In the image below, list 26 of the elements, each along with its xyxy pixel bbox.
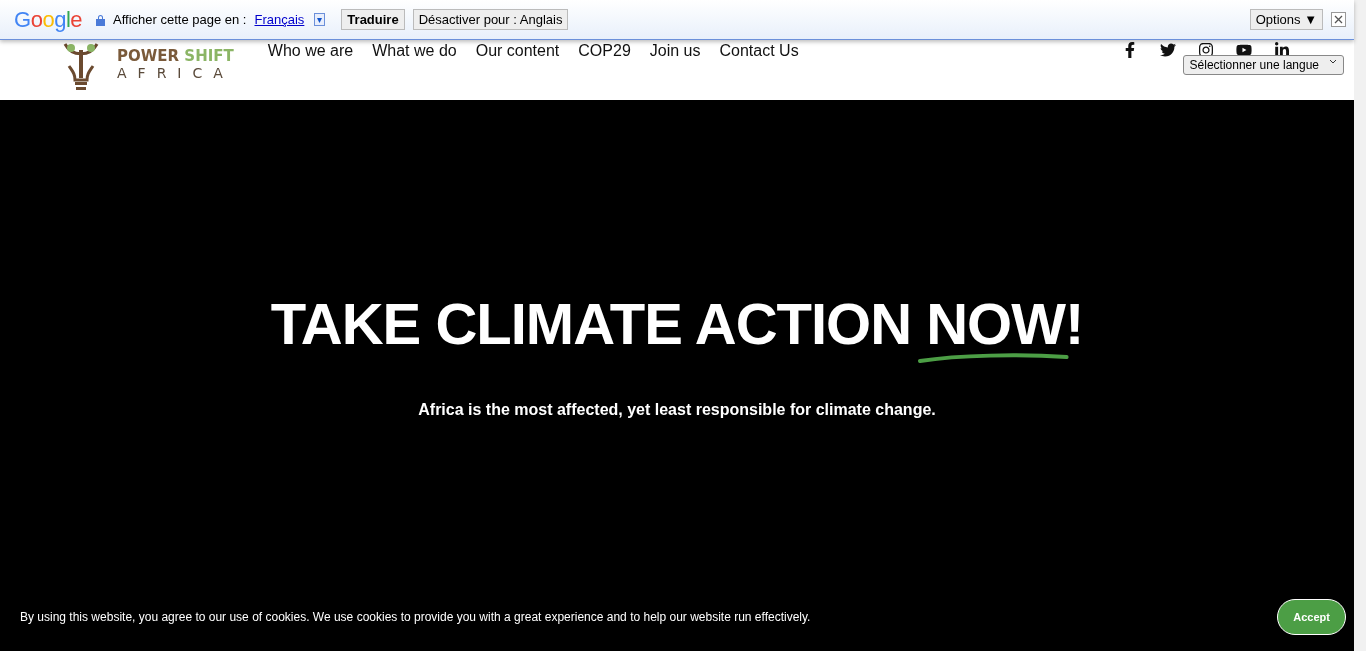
options-button[interactable]: Options ▼ bbox=[1249, 9, 1323, 30]
translate-button[interactable]: Traduire bbox=[341, 9, 405, 30]
prompt-text: Afficher cette page en : bbox=[113, 12, 247, 27]
cookie-notice: By using this website, you agree to our use of cookies. We use cookies to provide you with a great experience and to help our website run effectively. bbox=[20, 610, 811, 624]
logo-text: POWER SHIFT bbox=[117, 47, 234, 65]
nav-link[interactable]: Who we are bbox=[267, 42, 354, 60]
language-select[interactable]: Sélectionner une langue bbox=[1182, 55, 1344, 75]
hero-title: TAKE CLIMATE ACTION NOW! bbox=[270, 290, 1084, 357]
youtube-icon[interactable] bbox=[1236, 42, 1252, 58]
twitter-icon[interactable] bbox=[1160, 42, 1176, 58]
linkedin-icon[interactable] bbox=[1274, 42, 1290, 58]
disable-button[interactable]: Désactiver pour : Anglais bbox=[412, 9, 569, 30]
language-dropdown[interactable]: ▾ bbox=[314, 13, 326, 26]
chevron-down-icon bbox=[1329, 58, 1337, 66]
hero-subtitle: Africa is the most affected, yet least responsible for climate change. bbox=[418, 401, 936, 419]
nav-link[interactable]: Contact Us bbox=[719, 42, 799, 60]
underline-swoosh-icon bbox=[918, 353, 1071, 363]
nav-link[interactable]: Join us bbox=[649, 42, 701, 60]
nav-link[interactable]: COP29 bbox=[578, 42, 631, 60]
google-logo: Google bbox=[14, 6, 82, 33]
nav-link[interactable]: Our content bbox=[475, 42, 560, 60]
close-button[interactable] bbox=[1331, 12, 1346, 27]
logo-subtext: AFRICA bbox=[117, 65, 234, 81]
nav-link[interactable]: What we do bbox=[372, 42, 457, 60]
lock-icon bbox=[96, 13, 105, 26]
language-link[interactable]: Français bbox=[254, 12, 305, 27]
